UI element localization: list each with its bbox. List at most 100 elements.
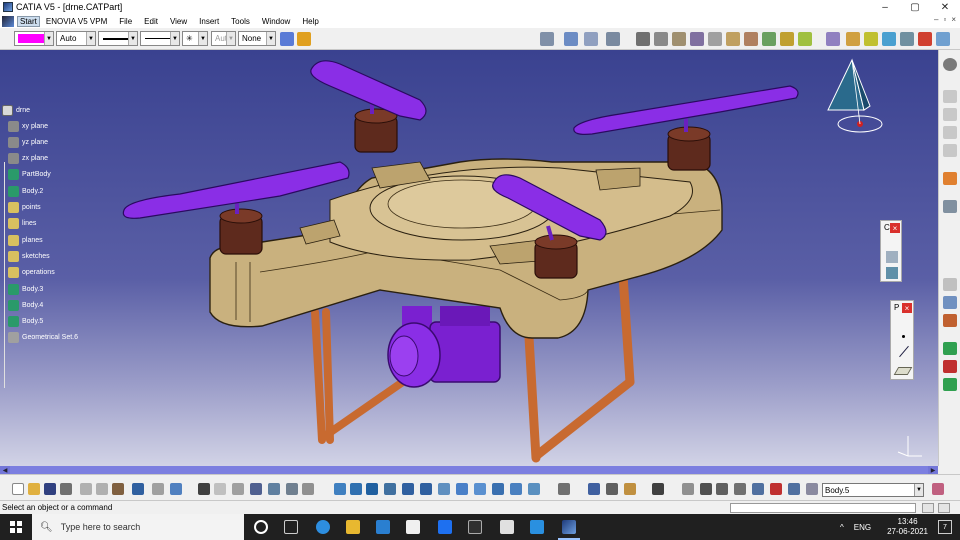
new-document-icon[interactable] [12,483,24,495]
point-icon[interactable] [902,335,905,338]
undo-icon[interactable] [132,483,144,495]
catalog-icon[interactable] [268,483,280,495]
painter-icon[interactable] [280,32,294,46]
cut-icon[interactable] [80,483,92,495]
refresh-icon[interactable] [682,483,694,495]
render-style-select[interactable]: None ▼ [238,31,276,46]
transparency-select[interactable]: Auto ▼ [56,31,96,46]
open-folder-icon[interactable] [28,483,40,495]
horizontal-scrollbar[interactable]: ◀ ▶ [0,466,938,474]
workbench-icon[interactable] [943,90,957,103]
pad-icon[interactable] [672,32,686,46]
pan-icon[interactable] [918,32,932,46]
menu-edit[interactable]: Edit [138,17,164,26]
close-button[interactable]: ✕ [930,0,960,14]
point-symbol-select[interactable]: ✳ ▼ [182,31,208,46]
tree-item[interactable]: PartBody [8,168,51,182]
hierarchy-icon[interactable] [232,483,244,495]
tree-item[interactable]: Body.3 [8,282,43,296]
fit-all-icon[interactable] [606,32,620,46]
numeric-icon[interactable] [734,483,746,495]
save-icon[interactable] [44,483,56,495]
doc-minimize-button[interactable]: – [934,15,938,24]
camera-icon[interactable] [652,483,664,495]
print-icon[interactable] [60,483,72,495]
select-arrow-icon[interactable] [943,172,957,185]
menu-view[interactable]: View [164,17,193,26]
tree-item[interactable]: planes [8,233,43,247]
line-type-select[interactable]: ▼ [140,31,180,46]
hide-show-icon[interactable] [564,32,578,46]
catia-logo-icon[interactable] [932,483,944,495]
apply-material-icon[interactable] [943,314,957,327]
shading-tool-icon[interactable] [492,483,504,495]
tree-item[interactable]: Body.5 [8,315,43,329]
grid-icon[interactable] [584,32,598,46]
tree-item[interactable]: Body.2 [8,184,43,198]
copy-icon[interactable] [96,483,108,495]
hide-show-tool-icon[interactable] [510,483,522,495]
amazon-icon[interactable] [406,520,420,534]
pan-tool-icon[interactable] [366,483,378,495]
top-view-icon[interactable] [864,32,878,46]
close-icon[interactable]: × [890,223,900,233]
catia-taskbar-icon[interactable] [558,520,580,540]
cortana-icon[interactable] [254,520,268,534]
properties-brush-icon[interactable] [297,32,311,46]
dropbox-icon[interactable] [438,520,452,534]
point-tools-panel[interactable]: P × [890,300,914,380]
status-button-1[interactable] [922,503,934,513]
hole-icon[interactable] [744,32,758,46]
task-view-icon[interactable] [284,520,298,534]
rotate-tool-icon[interactable] [384,483,396,495]
tree-item[interactable]: sketches [8,249,50,263]
language-indicator[interactable]: ENG [854,523,871,532]
groove-icon[interactable] [726,32,740,46]
positioned-sketch-icon[interactable] [654,32,668,46]
compass-tool-icon[interactable] [700,483,712,495]
define-in-work-object-icon[interactable] [806,483,818,495]
tree-item[interactable]: yz plane [8,135,48,149]
minimize-button[interactable]: – [870,0,900,14]
file-explorer-icon[interactable] [346,520,360,534]
paste-icon[interactable] [112,483,124,495]
rib-icon[interactable] [762,32,776,46]
tree-item[interactable]: zx plane [8,152,48,166]
zoom-in-icon[interactable] [402,483,414,495]
surface-panel[interactable]: C × [880,220,902,282]
menu-help[interactable]: Help [296,17,324,26]
3d-viewport[interactable]: drne xy plane yz plane zx plane PartBody Bod… [0,50,938,466]
swap-visible-space-icon[interactable] [540,32,554,46]
app-icon[interactable] [530,520,544,534]
store-icon[interactable] [500,520,514,534]
tools-icon[interactable] [302,483,314,495]
redo-icon[interactable] [152,483,164,495]
layer-select[interactable]: Aut ▼ [211,31,236,46]
swap-space-icon[interactable] [528,483,540,495]
drone-model[interactable] [0,50,938,466]
doc-close-button[interactable]: × [951,15,956,24]
delete-icon[interactable] [770,483,782,495]
measure-icon[interactable] [943,126,957,139]
pocket-icon[interactable] [690,32,704,46]
menu-insert[interactable]: Insert [193,17,225,26]
sketcher-icon[interactable] [558,483,570,495]
tree-item[interactable]: lines [8,217,36,231]
list-icon[interactable] [788,483,800,495]
fit-all-in-icon[interactable] [350,483,362,495]
sketch-icon[interactable] [636,32,650,46]
zoom-out-icon[interactable] [420,483,432,495]
plane-icon[interactable] [893,367,913,375]
mass-icon[interactable] [606,483,618,495]
analysis-icon[interactable] [943,144,957,157]
surface-icon[interactable] [886,251,898,263]
iso-view-tool-icon[interactable] [474,483,486,495]
fly-mode-icon[interactable] [334,483,346,495]
formula-icon[interactable] [198,483,210,495]
menu-start[interactable]: Start [17,15,40,27]
reset-compass-icon[interactable] [716,483,728,495]
iso-view-icon[interactable] [826,32,840,46]
layer-filter-icon[interactable] [752,483,764,495]
menu-tools[interactable]: Tools [225,17,256,26]
normal-view-icon[interactable] [438,483,450,495]
